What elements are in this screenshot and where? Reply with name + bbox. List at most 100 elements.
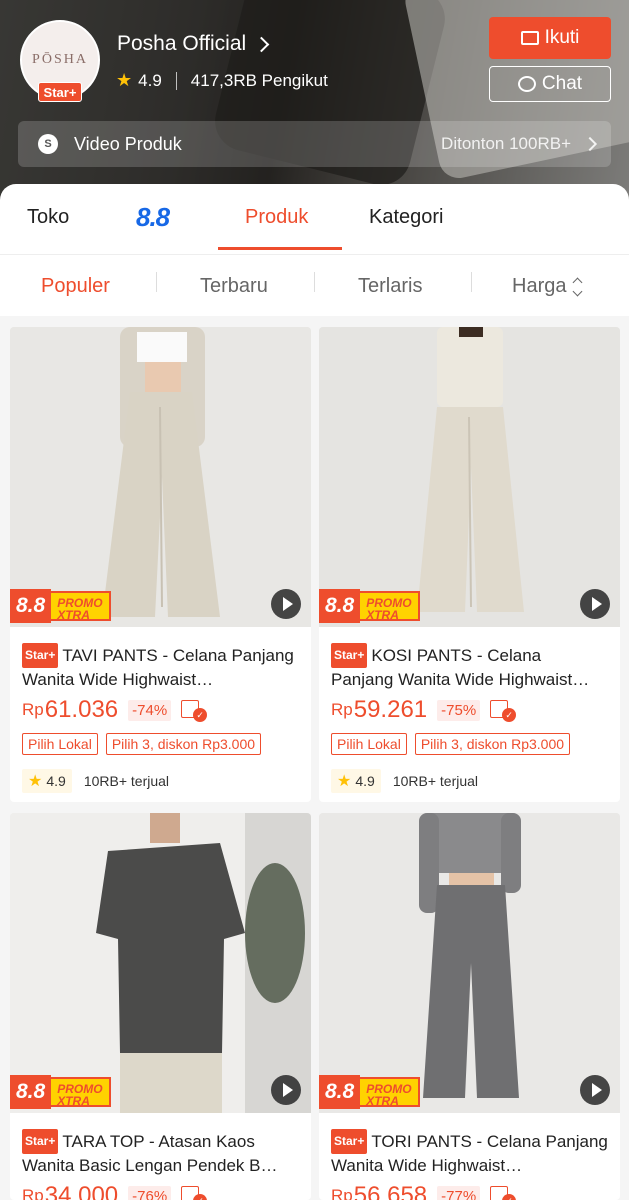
price-currency: Rp [331,700,353,719]
star-icon: ★ [116,70,133,90]
shop-followers: 417,3RB Pengikut [190,70,328,90]
promo-xtra-badge: 8.8 PROMO XTRA [10,589,111,623]
product-card[interactable]: 8.8 PROMO XTRA Star+ TAVI PANTS - Celana P… [10,327,311,802]
product-card[interactable]: 8.8 PROMO XTRA Star+ KOSI PANTS - Celana P… [319,327,620,802]
product-price: 61.036 [44,696,119,723]
sort-terbaru[interactable]: Terbaru [200,275,268,298]
promo-xtra-label: PROMO XTRA [358,1077,420,1107]
product-tags: Pilih Lokal Pilih 3, diskon Rp3.000 [331,733,608,755]
play-icon[interactable] [271,589,301,619]
tag-pilih-lokal: Pilih Lokal [22,733,98,755]
star-icon: ★ [337,773,352,790]
chevron-right-icon [582,136,598,152]
voucher-check-icon: ✓ [181,700,208,722]
price-row: Rp 61.036 -74% ✓ [22,695,299,725]
divider [314,272,315,292]
voucher-check-icon: ✓ [490,1186,517,1200]
product-rating: 4.9 [46,773,66,789]
video-views: Ditonton 100RB+ [441,134,571,153]
price-currency: Rp [22,700,44,719]
promo-event: 8.8 [10,589,52,623]
product-title: Star+ TAVI PANTS - Celana Panjang Wanita … [22,643,299,689]
product-photo-tori-pants [319,813,620,1113]
sort-populer[interactable]: Populer [41,275,110,298]
promo-xtra-label: PROMO XTRA [49,1077,111,1107]
discount-badge: -77% [437,1185,481,1200]
tab-kategori[interactable]: Kategori [369,206,444,229]
promo-event: 8.8 [10,1075,52,1109]
product-photo-tara-top [10,813,311,1113]
product-rating: 4.9 [355,773,375,789]
shop-stats: ★ 4.9 417,3RB Pengikut [116,70,328,91]
video-icon: S [38,134,58,154]
play-icon[interactable] [580,1075,610,1105]
price-currency: Rp [331,1186,353,1200]
sort-terlaris[interactable]: Terlaris [358,275,422,298]
tab-toko[interactable]: Toko [27,206,69,229]
main-tabs: Toko 8.8 Produk Kategori [0,184,629,254]
play-icon[interactable] [271,1075,301,1105]
product-card[interactable]: 8.8 PROMO XTRA Star+ TARA TOP - Atasan Kao… [10,813,311,1200]
price-row: Rp 59.261 -75% ✓ [331,695,608,725]
product-price: 34.000 [44,1182,119,1200]
shop-header: PŌSHA Star+ Posha Official ★ 4.9 417,3RB… [0,0,629,200]
tab-produk[interactable]: Produk [245,206,308,229]
product-image: 8.8 PROMO XTRA [319,813,620,1113]
sort-arrows-icon [573,277,583,296]
tag-pilih-lokal: Pilih Lokal [331,733,407,755]
chevron-right-icon [253,36,270,52]
promo-xtra-badge: 8.8 PROMO XTRA [10,1075,111,1109]
sold-count: 10RB+ terjual [392,773,479,789]
shop-tabs-sheet: Toko 8.8 Produk Kategori Populer Terbaru… [0,184,629,316]
rating-row: ★ 4.9 10RB+ terjual [22,769,299,793]
play-icon[interactable] [580,589,610,619]
product-title: Star+ TARA TOP - Atasan Kaos Wanita Basic… [22,1129,299,1175]
promo-xtra-badge: 8.8 PROMO XTRA [319,1075,420,1109]
promo-xtra-label: PROMO XTRA [49,591,111,621]
shop-rating: 4.9 [138,70,162,90]
promo-xtra-label: PROMO XTRA [358,591,420,621]
price-row: Rp 56.658 -77% ✓ [331,1181,608,1200]
product-photo-kosi-pants [319,327,620,627]
chat-button[interactable]: Chat [489,66,611,102]
star-icon: ★ [28,773,43,790]
star-plus-badge: Star+ [331,1129,368,1154]
video-label: Video Produk [74,133,182,154]
follow-label: Ikuti [544,27,580,48]
chat-label: Chat [541,73,583,94]
product-image: 8.8 PROMO XTRA [319,327,620,627]
star-plus-badge: Star+ [22,643,59,668]
product-title: Star+ TORI PANTS - Celana Panjang Wanita … [331,1129,608,1175]
product-price: 59.261 [353,696,428,723]
tag-bundle-discount: Pilih 3, diskon Rp3.000 [105,733,262,755]
product-card[interactable]: 8.8 PROMO XTRA Star+ TORI PANTS - Celana P… [319,813,620,1200]
discount-badge: -76% [128,1185,172,1200]
product-price: 56.658 [353,1182,428,1200]
voucher-check-icon: ✓ [181,1186,208,1200]
product-title: Star+ KOSI PANTS - Celana Panjang Wanita … [331,643,608,689]
product-image: 8.8 PROMO XTRA [10,327,311,627]
star-plus-badge: Star+ [331,643,368,668]
rating-row: ★ 4.9 10RB+ terjual [331,769,608,793]
divider [471,272,472,292]
sort-harga[interactable]: Harga [512,275,583,298]
shop-icon [520,31,539,45]
voucher-check-icon: ✓ [490,700,517,722]
star-plus-badge: Star+ [22,1129,59,1154]
shop-name-link[interactable]: Posha Official [117,32,270,56]
price-row: Rp 34.000 -76% ✓ [22,1181,299,1200]
promo-event: 8.8 [319,1075,361,1109]
follow-button[interactable]: Ikuti [489,17,611,59]
product-photo-tavi-pants [10,327,311,627]
product-image: 8.8 PROMO XTRA [10,813,311,1113]
promo-event: 8.8 [319,589,361,623]
video-product-bar[interactable]: S Video Produk Ditonton 100RB+ [18,121,611,167]
shop-name: Posha Official [117,32,247,55]
discount-badge: -75% [437,699,481,721]
tab-event-88[interactable]: 8.8 [136,202,170,233]
discount-badge: -74% [128,699,172,721]
divider [175,71,177,90]
sort-harga-label: Harga [512,275,567,297]
sold-count: 10RB+ terjual [83,773,170,789]
star-plus-badge: Star+ [38,82,82,102]
